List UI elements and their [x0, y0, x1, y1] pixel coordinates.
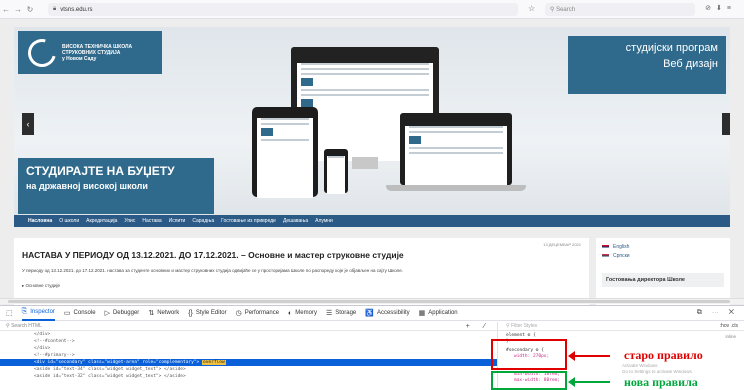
- enroll-line-1: СТУДИРАЈТЕ НА БУЏЕТУ: [26, 164, 175, 178]
- serbia-flag-icon: [602, 254, 609, 258]
- filter-styles-input[interactable]: ⚲ Filter Styles: [498, 322, 744, 331]
- slider-next-button[interactable]: [722, 113, 730, 135]
- new-rules-arrow: [568, 377, 610, 387]
- tab-console[interactable]: ▭ Console: [64, 309, 96, 317]
- monitor-stand: [352, 157, 378, 169]
- tablet-illustration: [252, 107, 318, 198]
- style-editor-icon: {}: [188, 309, 193, 317]
- nav-item-events[interactable]: Дешавања: [283, 218, 308, 224]
- accessibility-icon: ♿: [365, 310, 374, 317]
- program-line-1: студијски програм: [625, 42, 718, 54]
- code-line[interactable]: <!--#content-->: [0, 338, 497, 345]
- inspector-icon: ⎘: [21, 308, 28, 315]
- lock-icon: 🔒︎: [53, 6, 57, 12]
- tab-style-editor[interactable]: {} Style Editor: [188, 310, 226, 317]
- enroll-banner[interactable]: СТУДИРАЈТЕ НА БУЏЕТУ на државној високој…: [18, 158, 214, 214]
- search-bar[interactable]: ⚲ Search: [545, 3, 695, 16]
- nav-item-guests[interactable]: Гостовање из привреде: [221, 218, 276, 224]
- network-icon: ⇅: [148, 310, 155, 317]
- url-bar[interactable]: 🔒︎ vtsns.edu.rs: [48, 3, 518, 16]
- hero-banner: ВИСОКА ТЕХНИЧКА ШКОЛА СТРУКОВНИХ СТУДИЈА…: [14, 27, 730, 220]
- search-placeholder: Search: [556, 6, 576, 13]
- tab-accessibility[interactable]: ♿ Accessibility: [365, 309, 409, 317]
- search-html-input[interactable]: ⚲ Search HTML: [0, 322, 497, 331]
- nav-item-cooperation[interactable]: Сарадња: [192, 218, 214, 224]
- main-nav: Насловна О школи Акредитација Упис Наста…: [14, 215, 730, 227]
- console-icon: ▭: [63, 310, 71, 317]
- code-line[interactable]: </div>: [0, 345, 497, 352]
- tab-memory[interactable]: ◐ Memory: [288, 310, 317, 317]
- chevron-left-icon: ‹: [26, 119, 30, 129]
- nav-item-enrollment[interactable]: Упис: [124, 218, 135, 224]
- browser-toolbar: ← → ↻ 🔒︎ vtsns.edu.rs ☆ ⚲ Search ⊘⬇≡: [0, 0, 744, 19]
- horizontal-scrollbar[interactable]: [0, 298, 744, 304]
- logo-mark-icon: [22, 33, 62, 72]
- tab-storage[interactable]: ☰ Storage: [326, 309, 356, 317]
- inline-label: inline: [725, 334, 736, 339]
- tab-network[interactable]: ⇅ Network: [148, 309, 179, 317]
- web-page: ВИСОКА ТЕХНИЧКА ШКОЛА СТРУКОВНИХ СТУДИЈА…: [0, 19, 744, 305]
- logo-line-1: ВИСОКА ТЕХНИЧКА ШКОЛА: [62, 43, 133, 50]
- code-line[interactable]: <aside id="text-32" class="widget widget…: [0, 373, 497, 380]
- new-rules-annotation: нова правила: [624, 375, 698, 389]
- post-title[interactable]: НАСТАВА У ПЕРИОДУ ОД 13.12.2021. ДО 17.1…: [22, 250, 581, 260]
- add-node-icon[interactable]: + ⁄: [466, 323, 491, 330]
- school-logo[interactable]: ВИСОКА ТЕХНИЧКА ШКОЛА СТРУКОВНИХ СТУДИЈА…: [18, 31, 162, 74]
- devtools-options-icons[interactable]: ⧉ ⋯ ✕: [697, 309, 738, 317]
- nav-item-home[interactable]: Насловна: [28, 218, 52, 224]
- nav-item-accreditation[interactable]: Акредитација: [86, 218, 117, 224]
- devtools-tabs: ⬚ ⎘ Inspector ▭ Console ▷ Debugger ⇅ Network…: [0, 306, 744, 321]
- selected-code-line[interactable]: <div id="secondary" class="widget-area" …: [0, 359, 497, 366]
- post-excerpt: У периоду од 13.12.2021. до 17.12.2021. …: [22, 268, 404, 273]
- forward-icon[interactable]: →: [12, 5, 24, 14]
- phone-illustration: [324, 149, 348, 194]
- old-rule-annotation: старо правило: [624, 348, 703, 362]
- url-text: vtsns.edu.rs: [60, 6, 93, 13]
- nav-item-exams[interactable]: Испити: [169, 218, 186, 224]
- uk-flag-icon: [602, 245, 609, 249]
- site-sidebar: English Српски Гостовања директора Школе: [596, 238, 730, 305]
- old-rule-highlight: [491, 339, 567, 370]
- sidebar-widget-title: Гостовања директора Школе: [602, 273, 724, 287]
- nav-item-teaching[interactable]: Настава: [142, 218, 161, 224]
- activate-windows-watermark: Activate Windows Go to Settings to activ…: [622, 363, 694, 374]
- tab-application[interactable]: ▦ Application: [419, 309, 458, 317]
- slider-prev-button[interactable]: ‹: [22, 113, 34, 135]
- nav-item-alumni[interactable]: Алумни: [315, 218, 333, 224]
- debugger-icon: ▷: [104, 310, 110, 317]
- pick-element-icon[interactable]: ⬚: [6, 309, 13, 317]
- toolbar-menu-icons[interactable]: ⊘⬇≡: [705, 4, 736, 12]
- hov-cls-toggles[interactable]: :hov .cls: [720, 323, 738, 329]
- overflow-badge[interactable]: overflow: [201, 360, 226, 365]
- program-banner: студијски програм Веб дизајн: [568, 36, 726, 94]
- code-line[interactable]: <aside id="text-34" class="widget widget…: [0, 366, 497, 373]
- new-rules-highlight: [491, 371, 567, 390]
- bookmark-star-icon[interactable]: ☆: [528, 4, 535, 13]
- post-card: 13 ДЕЦЕМБАР 2021 НАСТАВА У ПЕРИОДУ ОД 13…: [14, 238, 589, 305]
- tab-performance[interactable]: ◷ Performance: [236, 309, 279, 317]
- laptop-illustration: [400, 113, 512, 188]
- tab-inspector[interactable]: ⎘ Inspector: [21, 306, 55, 321]
- laptop-base: [386, 185, 526, 191]
- storage-icon: ☰: [325, 310, 333, 317]
- html-tree-pane: ⚲ Search HTML + ⁄ </div> <!--#content-->…: [0, 322, 497, 390]
- old-rule-arrow: [568, 351, 610, 361]
- back-icon[interactable]: ←: [0, 5, 12, 14]
- lang-serbian[interactable]: Српски: [602, 253, 724, 259]
- post-date: 13 ДЕЦЕМБАР 2021: [543, 242, 581, 247]
- program-line-2: Веб дизајн: [663, 58, 718, 70]
- nav-item-about[interactable]: О школи: [59, 218, 79, 224]
- memory-icon: ◐: [288, 309, 293, 317]
- application-icon: ▦: [418, 310, 426, 317]
- tab-debugger[interactable]: ▷ Debugger: [105, 309, 140, 317]
- code-line[interactable]: </div>: [0, 331, 497, 338]
- reload-icon[interactable]: ↻: [24, 5, 36, 14]
- code-line[interactable]: <!--#primary-->: [0, 352, 497, 359]
- logo-line-3: у Новом Саду: [62, 55, 97, 62]
- performance-icon: ◷: [235, 310, 242, 317]
- enroll-line-2: на државној високој школи: [26, 181, 148, 191]
- post-category[interactable]: ▸ Основне студије: [22, 283, 581, 289]
- lang-english[interactable]: English: [602, 244, 724, 250]
